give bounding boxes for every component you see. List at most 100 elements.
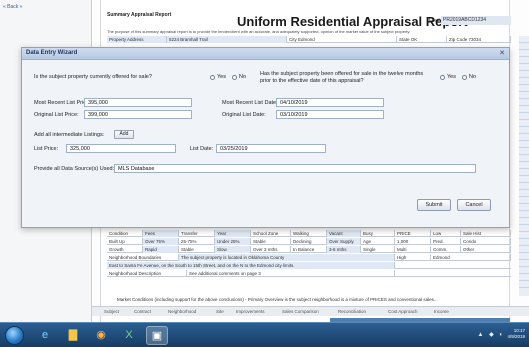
previously-offered-no-label: No	[469, 74, 477, 80]
ie-icon[interactable]: e	[34, 326, 56, 345]
market-conditions-line[interactable]: Market Conditions (including support for…	[117, 297, 517, 302]
table-cell[interactable]: 5224 Bramhall Trail	[167, 36, 287, 43]
offered-no-label: No	[239, 74, 247, 80]
table-cell[interactable]: Transfer	[179, 230, 215, 237]
list-date-label: List Date:	[190, 146, 214, 152]
table-cell[interactable]: Over 75%	[143, 238, 179, 245]
tab-site[interactable]: Site	[216, 309, 224, 314]
data-source-field[interactable]: MLS Database	[114, 164, 476, 173]
table-cell[interactable]: Stable	[179, 246, 215, 253]
tab-improvements[interactable]: Improvements	[236, 309, 265, 314]
table-cell: Condition	[107, 230, 143, 237]
app-icon[interactable]: ▣	[146, 326, 168, 345]
form-section-tabs: Subject Contract Neighborhood Site Impro…	[92, 306, 529, 316]
table-cell: Comm.	[431, 246, 461, 253]
table-row: Neighborhood Description See additional …	[107, 270, 511, 277]
taskbar: e ▇ ◉ X ▣ ▲ ◆ ◐ 10:17 4/9/2019	[0, 322, 529, 347]
table-cell: Property Address	[107, 36, 167, 43]
currently-offered-question: Is the subject property currently offere…	[34, 74, 152, 80]
purpose-statement: The purpose of this summary appraisal re…	[107, 29, 411, 34]
table-cell: Neighborhood Description	[107, 270, 187, 277]
tab-subject[interactable]: Subject	[104, 309, 119, 314]
table-cell[interactable]: Single	[361, 246, 395, 253]
tab-income[interactable]: Income	[434, 309, 449, 314]
most-recent-list-date-field[interactable]: 04/10/2019	[276, 98, 384, 107]
right-column-strip	[519, 36, 529, 296]
previously-offered-yes-label: Yes	[447, 74, 456, 80]
tab-reconciliation[interactable]: Reconciliation	[338, 309, 366, 314]
table-cell: Growth	[107, 246, 143, 253]
tab-cost-approach[interactable]: Cost Approach	[388, 309, 418, 314]
clock[interactable]: 10:17 4/9/2019	[507, 328, 525, 340]
table-cell[interactable]: Over 3 mths	[251, 246, 291, 253]
tab-contract[interactable]: Contract	[134, 309, 151, 314]
table-cell: Condo	[461, 238, 511, 245]
offered-yes-radio[interactable]	[210, 75, 215, 80]
table-cell: 1,000	[395, 238, 431, 245]
tab-neighborhood[interactable]: Neighborhood	[168, 309, 196, 314]
table-cell[interactable]: Under 25%	[215, 238, 251, 245]
start-button[interactable]	[5, 326, 24, 345]
dialog-title: Data Entry Wizard	[26, 50, 78, 56]
table-cell[interactable]: Vacant	[327, 230, 361, 237]
excel-icon[interactable]: X	[118, 326, 140, 345]
table-cell[interactable]: East to Santa Fe Avenue, on the South to…	[107, 262, 395, 269]
table-cell[interactable]: Age	[361, 238, 395, 245]
list-date-field[interactable]: 03/25/2019	[216, 144, 326, 153]
cancel-button[interactable]: Cancel	[457, 199, 491, 211]
table-cell[interactable]: City Edmond	[287, 36, 397, 43]
previously-offered-yes-radio[interactable]	[440, 75, 445, 80]
table-cell: Low	[431, 230, 461, 237]
table-cell[interactable]: Year	[215, 230, 251, 237]
table-cell[interactable]: State OK	[397, 36, 447, 43]
table-cell: Sale Hist	[461, 230, 511, 237]
table-cell: Built Up	[107, 238, 143, 245]
table-cell[interactable]: See additional comments on page 3	[187, 270, 395, 277]
back-link[interactable]: « Back »	[3, 4, 22, 10]
table-cell[interactable]: 25-75%	[179, 238, 215, 245]
table-row: Growth Rapid Stable Slow Over 3 mths In …	[107, 246, 511, 253]
table-cell[interactable]: Fees	[143, 230, 179, 237]
table-cell[interactable]: Busy	[361, 230, 395, 237]
table-cell[interactable]: Rapid	[143, 246, 179, 253]
most-recent-list-price-field[interactable]: 395,000	[84, 98, 192, 107]
close-icon[interactable]: ✕	[498, 50, 506, 58]
previously-offered-no-radio[interactable]	[462, 75, 467, 80]
table-cell: PRICE	[395, 230, 431, 237]
table-cell[interactable]: Walking	[291, 230, 327, 237]
table-row: Built Up Over 75% 25-75% Under 25% Stabl…	[107, 238, 511, 245]
desktop: « Back » Summary Appraisal Report Unifor…	[0, 0, 529, 347]
dialog-titlebar[interactable]: Data Entry Wizard ✕	[22, 48, 509, 60]
offered-no-radio[interactable]	[232, 75, 237, 80]
original-list-price-field[interactable]: 399,000	[84, 110, 192, 119]
list-price-label: List Price:	[34, 146, 59, 152]
add-listing-button[interactable]: Add	[114, 130, 134, 139]
table-cell[interactable]: Declining	[291, 238, 327, 245]
clock-date: 4/9/2019	[507, 334, 525, 339]
table-cell[interactable]: Stable	[251, 238, 291, 245]
table-cell[interactable]: The subject property is located in Oklah…	[179, 254, 395, 261]
table-cell[interactable]: 3-6 mths	[327, 246, 361, 253]
table-cell[interactable]: Slow	[215, 246, 251, 253]
tab-sales-comparison[interactable]: Sales Comparison	[282, 309, 319, 314]
folder-icon[interactable]: ▇	[62, 326, 84, 345]
table-cell: Pred.	[431, 238, 461, 245]
system-tray-icons[interactable]: ▲ ◆ ◐	[477, 331, 505, 338]
table-cell: Other	[461, 246, 511, 253]
file-number-field[interactable]: PR2019ABCD1234	[441, 16, 511, 25]
table-cell[interactable]: School Zone	[251, 230, 291, 237]
table-cell: Neighborhood Boundaries	[107, 254, 179, 261]
form-type-label: Summary Appraisal Report	[107, 12, 172, 18]
table-cell[interactable]: Zip Code 73034	[447, 36, 511, 43]
table-cell[interactable]: Over Supply	[327, 238, 361, 245]
submit-button[interactable]: Submit	[417, 199, 451, 211]
table-row: Neighborhood Boundaries The subject prop…	[107, 254, 511, 261]
previously-offered-question-cont: prior to the effective date of this appr…	[260, 78, 364, 84]
table-cell[interactable]: In Balance	[291, 246, 327, 253]
original-list-date-field[interactable]: 03/10/2019	[276, 110, 384, 119]
data-source-label: Provide all Data Source(s) Used:	[34, 166, 115, 172]
list-price-field[interactable]: 325,000	[66, 144, 176, 153]
most-recent-list-price-label: Most Recent List Price:	[34, 100, 91, 106]
property-address-row: Property Address 5224 Bramhall Trail Cit…	[107, 36, 511, 43]
outlook-icon[interactable]: ◉	[90, 326, 112, 345]
